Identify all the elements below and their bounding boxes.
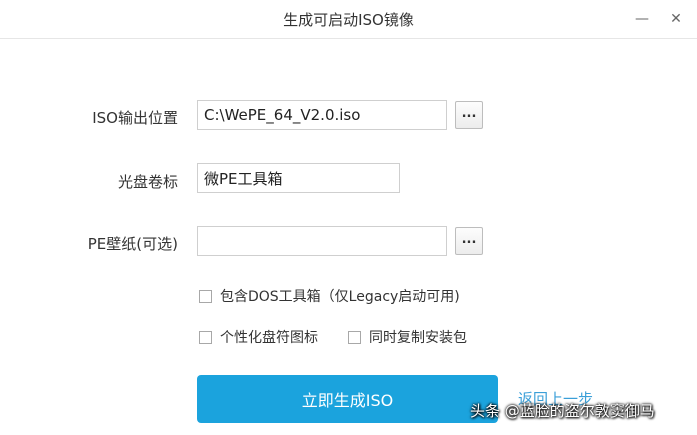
checkbox-box — [199, 330, 212, 344]
window-title: 生成可启动ISO镜像 — [283, 11, 414, 29]
wallpaper-label: PE壁纸(可选) — [87, 235, 178, 253]
watermark-text: 头条 @蓝脸的盗尔敦窦御马 — [470, 402, 655, 420]
title-bar: 生成可启动ISO镜像 — ✕ — [0, 0, 697, 38]
iso-path-label: ISO输出位置 — [92, 109, 178, 127]
close-icon: ✕ — [670, 11, 682, 27]
minimize-icon: — — [635, 11, 649, 27]
checkbox-box — [199, 289, 212, 303]
generate-iso-button[interactable]: 立即生成ISO — [197, 375, 498, 423]
iso-path-input[interactable] — [197, 100, 447, 130]
wallpaper-browse-button[interactable]: ... — [455, 227, 483, 255]
wallpaper-input[interactable] — [197, 226, 447, 256]
include-dos-label: 包含DOS工具箱（仅Legacy启动可用) — [220, 289, 460, 305]
minimize-button[interactable]: — — [629, 6, 655, 32]
close-button[interactable]: ✕ — [663, 6, 689, 32]
iso-path-browse-button[interactable]: ... — [455, 101, 483, 129]
title-divider — [0, 38, 697, 39]
personalize-icon-checkbox[interactable]: 个性化盘符图标 — [199, 327, 318, 347]
copy-installer-checkbox[interactable]: 同时复制安装包 — [348, 327, 467, 347]
volume-input[interactable] — [197, 163, 400, 193]
volume-label: 光盘卷标 — [117, 173, 178, 191]
personalize-icon-label: 个性化盘符图标 — [220, 330, 318, 346]
checkbox-box — [348, 330, 361, 344]
copy-installer-label: 同时复制安装包 — [369, 330, 467, 346]
include-dos-checkbox[interactable]: 包含DOS工具箱（仅Legacy启动可用) — [199, 286, 460, 306]
